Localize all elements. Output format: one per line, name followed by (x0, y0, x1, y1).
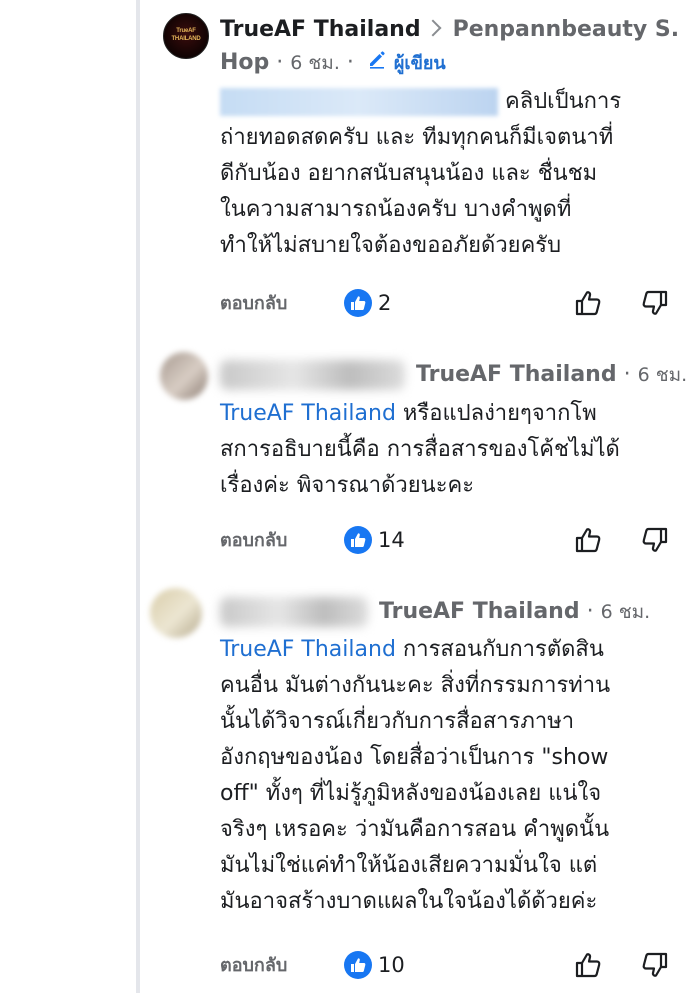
comment-line: TrueAF Thailand การสอนกับการตัดสิน (220, 632, 680, 668)
comment-line: นั้นได้วิจารณ์เกี่ยวกับการสื่อสารภาษา (220, 709, 575, 734)
like-count[interactable]: 2 (378, 290, 391, 316)
separator-dot: · (586, 599, 601, 624)
comment-actions: ตอบกลับ 14 (220, 523, 680, 559)
thumbs-up-icon[interactable] (573, 950, 603, 980)
separator-dot: · (346, 50, 361, 75)
comment-line: off" ทั้งๆ ที่ไม่รู้ภูมิหลังของน้องเลย แ… (220, 781, 602, 806)
like-reaction-icon[interactable] (344, 289, 372, 317)
user-avatar[interactable] (160, 352, 208, 400)
page-avatar[interactable]: TrueAF THAILAND (163, 13, 209, 59)
comment-actions: ตอบกลับ 10 (220, 948, 680, 984)
blurred-mention (220, 88, 498, 116)
thread-line (136, 0, 140, 993)
comment-text: คลิปเป็นการ (505, 89, 622, 114)
mention-link[interactable]: TrueAF Thailand (220, 401, 396, 426)
reply-button[interactable]: ตอบกลับ (220, 954, 287, 978)
reply-button[interactable]: ตอบกลับ (220, 529, 287, 553)
comment-body: TrueAF Thailand การสอนกับการตัดสิน คนอื่… (220, 632, 680, 920)
separator-dot: · (276, 50, 291, 75)
comment-body: TrueAF Thailand หรือแปลง่ายๆจากโพ สการอธ… (220, 396, 680, 504)
mention-link[interactable]: TrueAF Thailand (220, 637, 396, 662)
comment-body: คลิปเป็นการ ถ่ายทอดสดครับ และ ทีมทุกคนก็… (220, 84, 680, 264)
reply-button[interactable]: ตอบกลับ (220, 292, 287, 316)
comment-text: การสอนกับการตัดสิน (402, 637, 604, 662)
reply-to-name[interactable]: TrueAF Thailand (416, 362, 617, 387)
like-count[interactable]: 14 (378, 527, 405, 553)
comment-time[interactable]: 6 ชม. (601, 601, 651, 623)
reply-to-name[interactable]: Penpannbeauty S. (453, 17, 680, 42)
comment-line: ดีกับน้อง อยากสนับสนุนน้อง และ ชื่นชม (220, 161, 598, 186)
pencil-icon (367, 47, 387, 79)
comment-header-line2: Hop · 6 ชม. · ผู้เขียน (220, 47, 446, 80)
comment-line: เรื่องค่ะ พิจารณาด้วยนะคะ (220, 473, 475, 498)
chevron-right-icon (424, 19, 442, 37)
comment-text: หรือแปลง่ายๆจากโพ (402, 401, 597, 426)
user-avatar[interactable] (150, 588, 202, 638)
comment-header: TrueAF Thailand · 6 ชม. (220, 596, 650, 628)
author-badge: ผู้เขียน (393, 53, 446, 74)
separator-dot: · (623, 362, 638, 387)
comment-header: TrueAF Thailand · 6 ชม. (220, 359, 687, 391)
comment-line: คลิปเป็นการ (220, 84, 680, 120)
comment-line: ในความสามารถน้องครับ บางคำพูดที่ (220, 197, 572, 222)
reply-to-name[interactable]: TrueAF Thailand (379, 599, 580, 624)
thumbs-down-icon[interactable] (640, 288, 670, 318)
thumbs-up-icon[interactable] (573, 288, 603, 318)
blurred-author-name[interactable] (220, 597, 368, 627)
like-reaction-icon[interactable] (344, 951, 372, 979)
comment-line: จริงๆ เหรอคะ ว่ามันคือการสอน คำพูดนั้น (220, 817, 610, 842)
comment-line: TrueAF Thailand หรือแปลง่ายๆจากโพ (220, 396, 680, 432)
comment-time[interactable]: 6 ชม. (290, 52, 340, 74)
thumbs-up-icon[interactable] (573, 525, 603, 555)
comment-line: อังกฤษของน้อง โดยสื่อว่าเป็นการ "show (220, 745, 609, 770)
comment-line: คนอื่น มันต่างกันนะคะ สิ่งที่กรรมการท่าน (220, 673, 611, 698)
reply-to-name-cont[interactable]: Hop (220, 50, 269, 75)
comment-header: TrueAF Thailand Penpannbeauty S. (220, 14, 679, 46)
comment-time[interactable]: 6 ชม. (638, 364, 688, 386)
thumbs-down-icon[interactable] (640, 950, 670, 980)
comment-actions: ตอบกลับ 2 (220, 286, 680, 322)
comment-line: มันอาจสร้างบาดแผลในใจน้องได้ด้วยค่ะ (220, 889, 598, 914)
like-reaction-icon[interactable] (344, 526, 372, 554)
comment-line: มันไม่ใช่แค่ทำให้น้องเสียความมั่นใจ แต่ (220, 853, 598, 878)
comment-line: ทำให้ไม่สบายใจต้องขออภัยด้วยครับ (220, 233, 562, 258)
blurred-author-name[interactable] (220, 360, 405, 390)
comment-line: สการอธิบายนี้คือ การสื่อสารของโค้ชไม่ได้ (220, 437, 620, 462)
page-logo: TrueAF THAILAND (171, 28, 201, 42)
like-count[interactable]: 10 (378, 952, 405, 978)
comment-line: ถ่ายทอดสดครับ และ ทีมทุกคนก็มีเจตนาที่ (220, 125, 614, 150)
comment-author[interactable]: TrueAF Thailand (220, 17, 421, 42)
thumbs-down-icon[interactable] (640, 525, 670, 555)
